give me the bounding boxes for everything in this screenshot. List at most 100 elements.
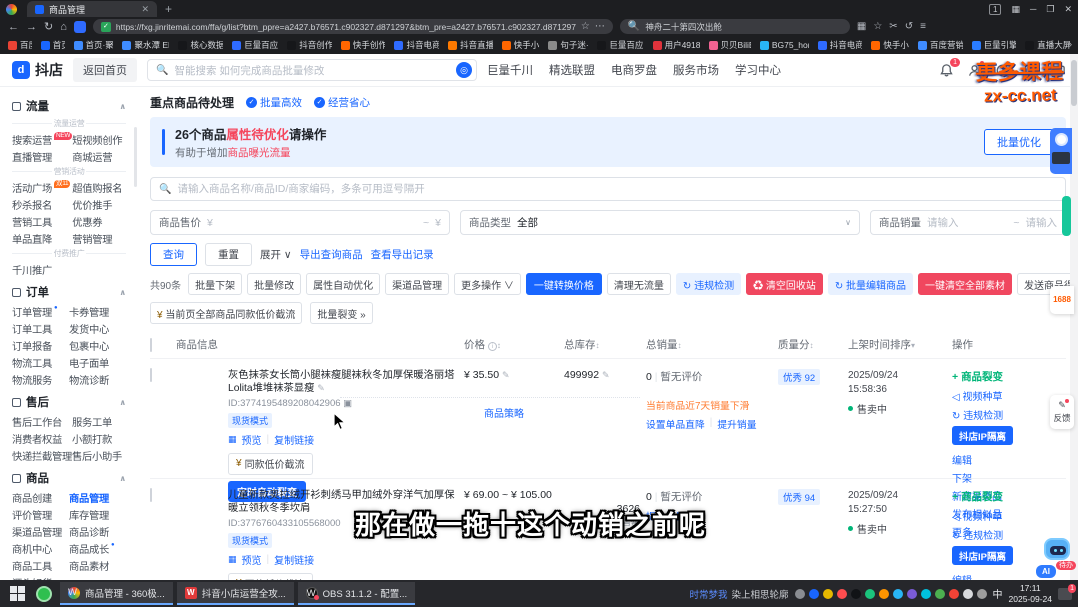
sidebar-item[interactable]: 商品管理 bbox=[69, 490, 126, 504]
bookmark-item[interactable]: 快手小店 bbox=[502, 39, 540, 51]
sidebar-item[interactable]: 营销工具 bbox=[12, 214, 72, 228]
sidebar-item[interactable]: 营销活动 bbox=[12, 166, 126, 177]
sidebar-item[interactable]: 商品素材 bbox=[69, 558, 126, 572]
bookmark-item[interactable]: 首页 bbox=[41, 39, 65, 51]
bookmark-item[interactable]: 抖音直播伴 bbox=[448, 39, 493, 51]
violation-check-action[interactable]: ↻ 违规检测 bbox=[952, 527, 1003, 542]
batch-offshelf-button[interactable]: 批量下架 bbox=[188, 273, 242, 295]
lyrics-widget[interactable]: 时常梦我染上相思轮廓 bbox=[689, 587, 788, 601]
preview-link[interactable]: 预览 bbox=[242, 432, 262, 447]
account-icon[interactable] bbox=[967, 63, 982, 78]
sidebar-item[interactable]: 流量运营 bbox=[12, 118, 126, 129]
edit-stock-icon[interactable]: ✎ bbox=[602, 370, 610, 380]
alibaba-1688-widget[interactable]: 1688 bbox=[1050, 286, 1074, 314]
row-action-link[interactable]: 编辑 bbox=[952, 452, 1002, 467]
sidebar-item[interactable]: 消费者权益 bbox=[12, 431, 72, 445]
feedback-widget[interactable]: ✎ 反馈 bbox=[1050, 395, 1074, 429]
export-history-link[interactable]: 查看导出记录 bbox=[371, 247, 434, 262]
ip-isolation-button[interactable]: 抖店IP隔离 bbox=[952, 426, 1013, 445]
bookmark-item[interactable]: 句子迷·句 bbox=[548, 39, 588, 51]
sidebar-section-aftersale[interactable]: 售后 ∧ bbox=[0, 389, 138, 413]
sidebar-item[interactable]: 小额打款 bbox=[72, 431, 126, 445]
tab-close-icon[interactable]: ✕ bbox=[141, 4, 149, 15]
reset-button[interactable]: 重置 bbox=[205, 243, 252, 266]
sidebar-item[interactable]: 千川推广 bbox=[12, 262, 72, 276]
clear-material-button[interactable]: 一键清空全部素材 bbox=[918, 273, 1012, 295]
bookmark-item[interactable]: 巨量百应Bu bbox=[232, 39, 278, 51]
edit-price-icon[interactable]: ✎ bbox=[502, 370, 510, 380]
apps-grid-icon[interactable]: ▦ bbox=[857, 21, 866, 32]
taskbar-task[interactable]: W OBS 31.1.2 - 配置... bbox=[298, 582, 415, 605]
qrcode-icon[interactable]: ▦ bbox=[228, 434, 237, 445]
tray-icon[interactable] bbox=[921, 589, 931, 599]
bookmark-item[interactable]: 核心数据汇 bbox=[178, 39, 223, 51]
clock[interactable]: 17:112025-09-24 bbox=[1009, 583, 1052, 603]
fission-action[interactable]: + 商品裂变 bbox=[952, 489, 1003, 504]
bookmark-item[interactable]: 巨量百应Bu bbox=[597, 39, 643, 51]
nav-qianchuan[interactable]: 巨量千川 bbox=[487, 62, 533, 78]
sidebar-item[interactable]: 库存管理 bbox=[69, 507, 126, 521]
ip-isolation-button[interactable]: 抖店IP隔离 bbox=[952, 546, 1013, 565]
sidebar-item[interactable]: 秒杀报名 bbox=[12, 197, 72, 211]
sidebar-item[interactable]: 渠道品管理 bbox=[12, 524, 69, 538]
window-close-button[interactable]: ✕ bbox=[1064, 4, 1072, 15]
sidebar-item[interactable]: 订单报备 bbox=[12, 338, 69, 352]
tray-icon[interactable] bbox=[949, 589, 959, 599]
bookmark-item[interactable]: 直播大屏幕 bbox=[1025, 39, 1070, 51]
url-field[interactable]: ✓ https://fxg.jinritemai.com/ffa/g/list?… bbox=[93, 19, 613, 34]
sidebar-item[interactable]: 单品直降 bbox=[12, 231, 72, 245]
convert-price-button[interactable]: 一键转换价格 bbox=[526, 273, 602, 295]
sidebar-item[interactable]: 订单工具 bbox=[12, 321, 69, 335]
ai-assistant-widget[interactable]: AI 待办 bbox=[1036, 538, 1076, 578]
product-search-field[interactable]: 🔍 bbox=[150, 177, 1066, 201]
boost-sales-link[interactable]: 提升销量 bbox=[717, 417, 756, 431]
notification-tray-icon[interactable]: 1 bbox=[1058, 588, 1072, 600]
menu-icon[interactable]: ≡ bbox=[920, 21, 926, 32]
sidebar-item[interactable]: 订单管理 ● bbox=[12, 304, 69, 318]
tray-icon[interactable] bbox=[893, 589, 903, 599]
sidebar-item[interactable]: 优惠券 bbox=[72, 214, 126, 228]
sidebar-item[interactable]: 营销管理 bbox=[72, 231, 126, 245]
sidebar-item[interactable]: 搜索运营 NEW bbox=[12, 132, 72, 146]
nav-jingxuan[interactable]: 精选联盟 bbox=[549, 62, 595, 78]
taskbar-task[interactable]: W 商品管理 - 360极... bbox=[60, 582, 173, 605]
empty-recycle-button[interactable]: ♻ 清空回收站 bbox=[746, 273, 823, 295]
quality-badge[interactable]: 优秀 94 bbox=[778, 489, 820, 505]
sidebar-item[interactable]: 超值购报名 bbox=[72, 180, 126, 194]
sidebar-item[interactable]: 售后工作台 bbox=[12, 414, 72, 428]
clean-traffic-button[interactable]: 清理无流量 bbox=[607, 273, 671, 295]
favorites-icon[interactable]: ☆ bbox=[873, 21, 882, 32]
sidebar-item[interactable]: 商品诊断 bbox=[69, 524, 126, 538]
ime-indicator[interactable]: 中 bbox=[993, 586, 1003, 601]
new-tab-button[interactable]: + bbox=[165, 2, 172, 16]
sidebar-item[interactable]: 服务工单 bbox=[72, 414, 126, 428]
violation-check-action[interactable]: ↻ 违规检测 bbox=[952, 407, 1003, 422]
browser-search-box[interactable]: 🔍 神舟二十第四次出舱 bbox=[620, 19, 850, 34]
sidebar-item[interactable]: 直播管理 bbox=[12, 149, 72, 163]
bookmark-item[interactable]: 巨量引擎工 bbox=[972, 39, 1017, 51]
sidebar-item[interactable]: 付费推广 bbox=[12, 248, 126, 259]
edit-icon[interactable]: ✎ bbox=[317, 383, 325, 393]
intercept-button[interactable]: ¥ 同款低价截流 bbox=[228, 453, 313, 475]
bookmark-item[interactable]: 抖音电商学 bbox=[818, 39, 863, 51]
sidebar-item[interactable]: 商机中心 bbox=[12, 541, 69, 555]
bookmark-item[interactable]: 快手小店 bbox=[871, 39, 909, 51]
tray-icon[interactable] bbox=[851, 589, 861, 599]
bookmarks-overflow-icon[interactable]: » bbox=[1067, 39, 1072, 49]
sidebar-section-traffic[interactable]: 流量 ∧ bbox=[0, 93, 138, 117]
product-title[interactable]: 灰色抹茶女长筒小腿袜瘦腿袜秋冬加厚保暖洛丽塔Lolita堆堆袜茶显瘦 ✎ bbox=[228, 369, 456, 396]
sidebar-item[interactable]: 商城运营 bbox=[72, 149, 126, 163]
sidebar-item[interactable]: 短视频创作 bbox=[72, 132, 126, 146]
sidebar-item[interactable]: 发货中心 bbox=[69, 321, 126, 335]
bookmark-item[interactable]: 抖音电商学 bbox=[394, 39, 439, 51]
sidebar-item[interactable]: 卡券管理 bbox=[69, 304, 126, 318]
attr-auto-optimize-button[interactable]: 属性自动优化 bbox=[306, 273, 380, 295]
video-seeding-action[interactable]: ◁ 视频种草 bbox=[952, 508, 1002, 523]
bookmark-item[interactable]: 聚水潭 ERP bbox=[122, 39, 169, 51]
copy-icon[interactable]: ▣ bbox=[343, 398, 352, 409]
tray-icon[interactable] bbox=[865, 589, 875, 599]
tray-icon[interactable] bbox=[963, 589, 973, 599]
row-checkbox[interactable] bbox=[150, 488, 152, 502]
product-strategy-link[interactable]: 商品策略 bbox=[484, 405, 524, 420]
taskbar-pinned-app-icon[interactable] bbox=[36, 586, 52, 602]
